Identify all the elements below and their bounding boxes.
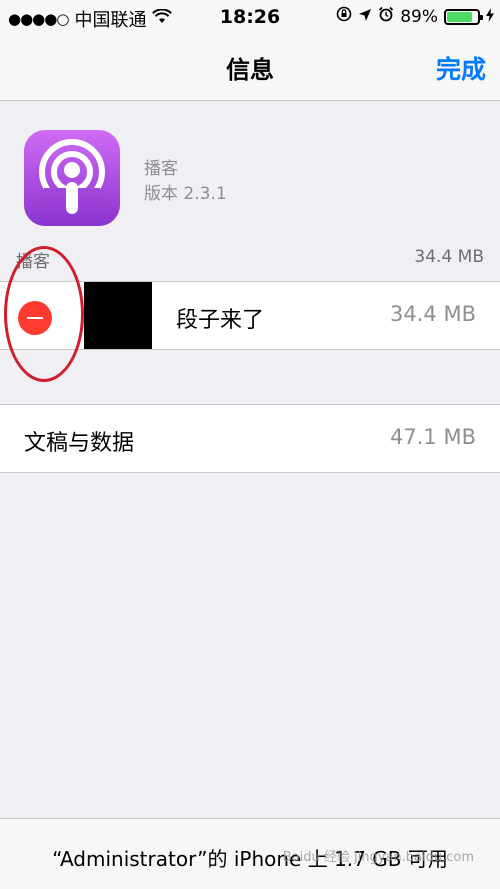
battery-icon: [444, 8, 483, 25]
done-button[interactable]: 完成: [436, 50, 486, 86]
status-bar: ●●●●○ 中国联通 18:26 89%: [0, 0, 500, 36]
watermark: Baidu 经验 jingyan.baidu.com: [282, 850, 474, 865]
episode-size: 34.4 MB: [390, 302, 476, 326]
podcasts-icon: [24, 130, 120, 226]
app-version: 版本 2.3.1: [144, 184, 227, 204]
location-icon: [358, 7, 372, 27]
charging-bolt-icon: [486, 7, 494, 27]
app-name: 播客: [144, 159, 178, 179]
documents-size: 47.1 MB: [390, 425, 476, 449]
alarm-icon: [378, 6, 394, 27]
episode-title: 段子来了: [176, 308, 265, 333]
episode-artwork: [84, 282, 152, 349]
status-right: 89%: [336, 6, 494, 27]
documents-row: 文稿与数据 47.1 MB: [0, 404, 500, 473]
navigation-bar: 信息 完成: [0, 36, 500, 101]
highlight-annotation: [4, 246, 84, 382]
section-size: 34.4 MB: [414, 247, 484, 267]
battery-percent: 89%: [400, 6, 438, 27]
page-title: 信息: [226, 56, 274, 84]
battery-fill: [447, 11, 472, 22]
documents-label: 文稿与数据: [24, 431, 135, 456]
rotation-lock-icon: [336, 6, 352, 27]
